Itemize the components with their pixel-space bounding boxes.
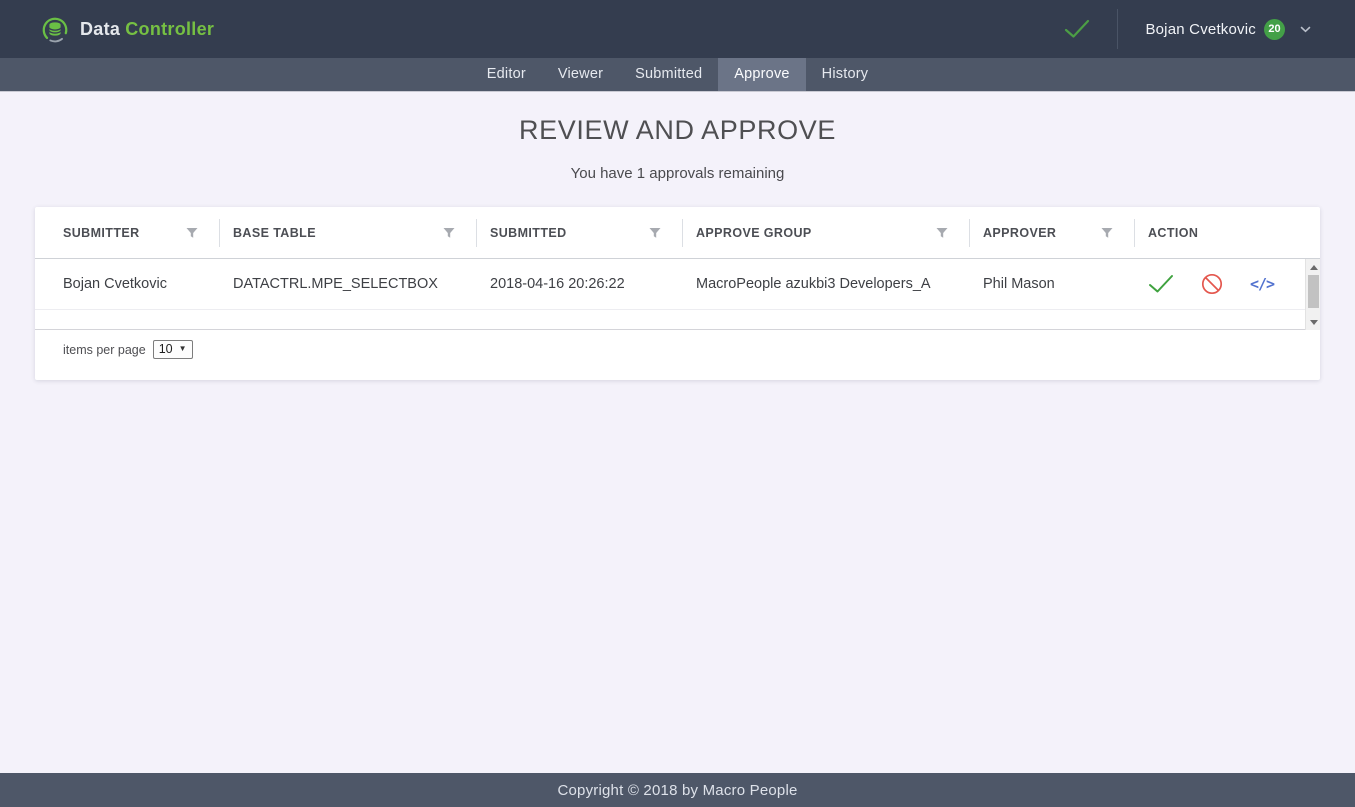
- tab-viewer[interactable]: Viewer: [542, 58, 619, 91]
- filter-icon[interactable]: [649, 227, 661, 239]
- approvals-count-badge: 20: [1264, 19, 1285, 40]
- table-header-row: SUBMITTER BASE TABLE SUBMITTED: [35, 207, 1320, 259]
- approve-check-icon[interactable]: [1148, 274, 1174, 294]
- app-logo[interactable]: DataController: [40, 14, 214, 44]
- column-header-approve-group: APPROVE GROUP: [683, 207, 970, 258]
- app-title: DataController: [80, 19, 214, 40]
- scrollbar-thumb[interactable]: [1308, 275, 1319, 308]
- filter-icon[interactable]: [186, 227, 198, 239]
- scroll-down-icon[interactable]: [1306, 315, 1321, 329]
- table-body: Bojan Cvetkovic DATACTRL.MPE_SELECTBOX 2…: [35, 259, 1320, 330]
- page-title: REVIEW AND APPROVE: [0, 115, 1355, 146]
- filter-icon[interactable]: [1101, 227, 1113, 239]
- scroll-up-icon[interactable]: [1306, 260, 1321, 274]
- column-header-action: ACTION: [1135, 207, 1320, 258]
- cell-approve-group: MacroPeople azukbi3 Developers_A: [683, 276, 970, 292]
- items-per-page-label: items per page: [63, 343, 146, 357]
- tab-approve[interactable]: Approve: [718, 58, 805, 91]
- tab-history[interactable]: History: [806, 58, 885, 91]
- main-nav: Editor Viewer Submitted Approve History: [0, 58, 1355, 92]
- user-menu-name[interactable]: Bojan Cvetkovic: [1145, 21, 1256, 38]
- copyright-text: Copyright © 2018 by Macro People: [557, 782, 797, 799]
- approvals-remaining-text: You have 1 approvals remaining: [0, 165, 1355, 182]
- tab-editor[interactable]: Editor: [471, 58, 542, 91]
- tab-submitted[interactable]: Submitted: [619, 58, 718, 91]
- cell-actions: </>: [1135, 273, 1320, 295]
- database-sync-icon: [40, 14, 70, 44]
- view-code-icon[interactable]: </>: [1250, 275, 1274, 293]
- header-divider: [1117, 9, 1118, 49]
- column-header-submitted: SUBMITTED: [477, 207, 683, 258]
- app-footer: Copyright © 2018 by Macro People: [0, 773, 1355, 807]
- chevron-down-icon[interactable]: [1300, 26, 1311, 33]
- reject-block-icon[interactable]: [1201, 273, 1223, 295]
- check-icon[interactable]: [1064, 19, 1090, 39]
- cell-submitter: Bojan Cvetkovic: [35, 276, 220, 292]
- main-content: REVIEW AND APPROVE You have 1 approvals …: [0, 92, 1355, 773]
- table-scrollbar[interactable]: [1305, 259, 1320, 330]
- select-dropdown-icon: ▼: [179, 345, 187, 353]
- items-per-page-select[interactable]: 10 ▼: [153, 340, 193, 359]
- approvals-table-card: SUBMITTER BASE TABLE SUBMITTED: [35, 207, 1320, 380]
- cell-approver: Phil Mason: [970, 276, 1135, 292]
- filter-icon[interactable]: [443, 227, 455, 239]
- cell-submitted: 2018-04-16 20:26:22: [477, 276, 683, 292]
- app-header: DataController Bojan Cvetkovic 20: [0, 0, 1355, 58]
- filter-icon[interactable]: [936, 227, 948, 239]
- table-row: Bojan Cvetkovic DATACTRL.MPE_SELECTBOX 2…: [35, 259, 1320, 310]
- column-header-submitter: SUBMITTER: [35, 207, 220, 258]
- column-header-base-table: BASE TABLE: [220, 207, 477, 258]
- column-header-approver: APPROVER: [970, 207, 1135, 258]
- table-pagination: items per page 10 ▼: [35, 330, 1320, 380]
- cell-base-table: DATACTRL.MPE_SELECTBOX: [220, 276, 477, 292]
